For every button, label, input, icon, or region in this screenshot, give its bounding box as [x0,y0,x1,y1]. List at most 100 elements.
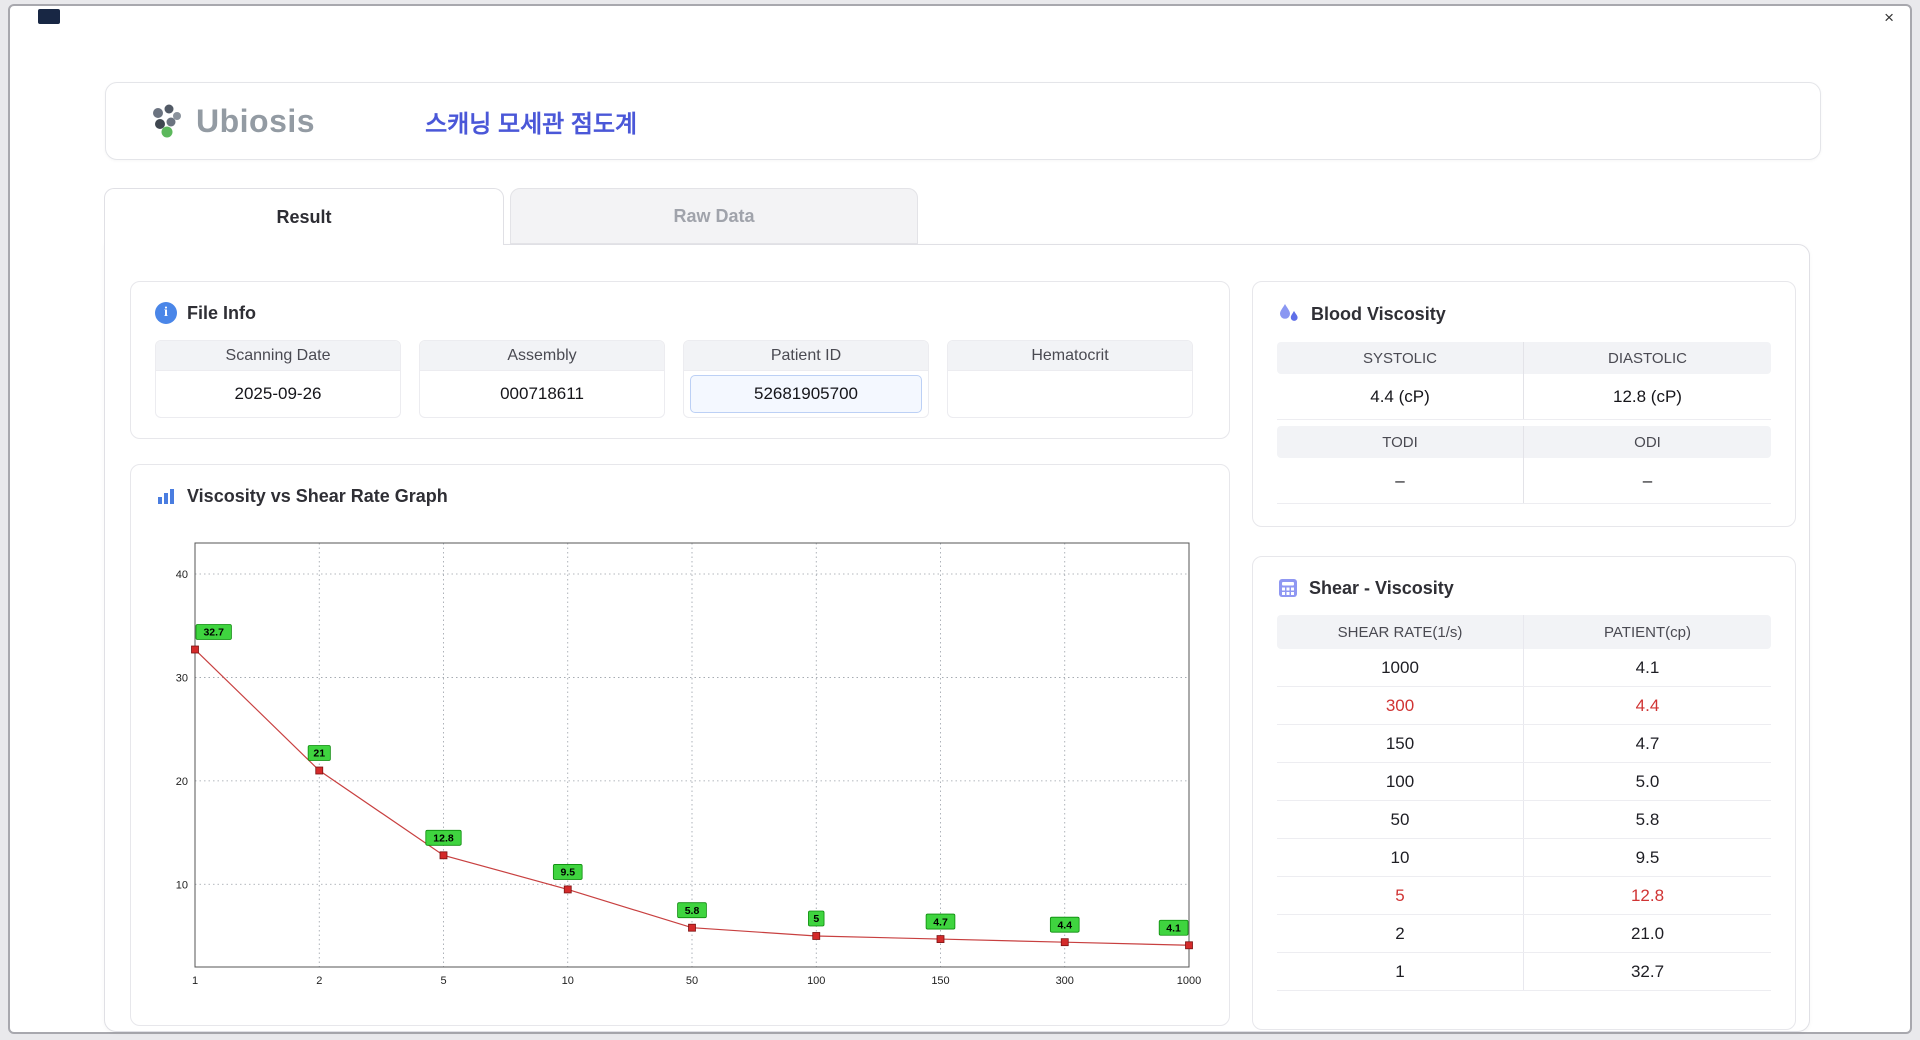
patient-cell: 4.4 [1635,695,1660,715]
svg-text:12.8: 12.8 [433,833,454,845]
svg-text:10: 10 [176,879,188,891]
table-row: 1 32.7 [1277,953,1771,991]
svg-text:40: 40 [176,569,188,581]
svg-text:20: 20 [176,776,188,788]
page-title: 스캐닝 모세관 점도계 [425,110,638,138]
patient-cell: 5.0 [1635,771,1660,791]
table-grid-icon [1279,579,1297,597]
field-label: Patient ID [684,341,928,371]
shear-rate-cell: 10 [1277,839,1524,876]
shear-rate-cell: 100 [1277,763,1524,800]
logo: Ubiosis [148,103,315,140]
close-icon[interactable]: × [1884,8,1894,28]
shear-rate-cell: 2 [1277,915,1524,952]
title-bar: × [10,6,1910,32]
field-value [948,371,1192,417]
tab-result[interactable]: Result [104,188,504,245]
bv-header-row: SYSTOLIC DIASTOLIC [1277,342,1771,374]
app-root: × Ubiosis 스캐닝 모세관 점도계 Result Raw Data i … [0,0,1920,1040]
svg-text:5: 5 [813,913,819,925]
shear-col-header: SHEAR RATE(1/s) [1277,615,1524,649]
header-card: Ubiosis 스캐닝 모세관 점도계 [105,82,1821,160]
field-label: Hematocrit [948,341,1192,371]
tab-raw-data[interactable]: Raw Data [510,188,918,244]
table-row: 50 5.8 [1277,801,1771,839]
table-row: 300 4.4 [1277,687,1771,725]
file-info-fields: Scanning Date 2025-09-26 Assembly 000718611… [155,340,1205,418]
field-value: 2025-09-26 [234,384,322,403]
svg-text:4.7: 4.7 [933,916,948,928]
logo-text: Ubiosis [196,102,316,139]
blood-viscosity-card: Blood Viscosity SYSTOLIC DIASTOLIC 4.4 (cP… [1252,281,1796,527]
bv-value: – [1642,470,1653,490]
svg-text:2: 2 [316,975,322,987]
bar-chart-icon [158,489,174,504]
file-info-title: File Info [187,302,256,323]
svg-text:9.5: 9.5 [560,867,575,879]
svg-text:5: 5 [440,975,446,987]
shear-rate-cell: 50 [1277,801,1524,838]
file-info-field: Scanning Date 2025-09-26 [155,340,401,418]
table-row: 2 21.0 [1277,915,1771,953]
file-info-card: i File Info Scanning Date 2025-09-26 Assem… [130,281,1230,439]
app-window: × Ubiosis 스캐닝 모세관 점도계 Result Raw Data i … [8,4,1912,1034]
table-row: 5 12.8 [1277,877,1771,915]
bv-value: – [1277,458,1524,503]
patient-cell: 9.5 [1635,847,1660,867]
svg-text:4.4: 4.4 [1057,919,1072,931]
result-panel: i File Info Scanning Date 2025-09-26 Assem… [104,244,1810,1032]
tab-bar: Result Raw Data [104,188,918,245]
svg-text:5.8: 5.8 [685,905,700,917]
svg-text:32.7: 32.7 [203,627,224,639]
graph-title-row: Viscosity vs Shear Rate Graph [155,485,1205,507]
svg-text:150: 150 [931,975,949,987]
shear-rate-cell: 1 [1277,953,1524,990]
blood-viscosity-grid: SYSTOLIC DIASTOLIC 4.4 (cP) 12.8 (cP) TODI OD… [1277,342,1771,504]
bv-value-row: 4.4 (cP) 12.8 (cP) [1277,374,1771,420]
shear-table-header: SHEAR RATE(1/s) PATIENT(cp) [1277,615,1771,649]
svg-text:1000: 1000 [1177,975,1201,987]
patient-cell: 21.0 [1630,923,1665,943]
shear-rate-cell: 300 [1277,687,1524,724]
shear-rate-cell: 5 [1277,877,1524,914]
bv-label: SYSTOLIC [1277,342,1524,374]
bv-value: 4.4 (cP) [1277,374,1524,419]
field-label: Scanning Date [156,341,400,371]
field-value: 52681905700 [690,375,922,413]
ubiosis-logo-icon [153,104,181,138]
viscosity-chart: 10 20 30 40 1 2 5 10 50 100 150 300 1000 32.7 21 12.8 9.… [159,523,1203,1012]
viscosity-chart-svg: 10 20 30 40 1 2 5 10 50 100 150 300 1000 32.7 21 12.8 9.… [176,542,1201,987]
patient-cell: 5.8 [1635,809,1660,829]
table-row: 1000 4.1 [1277,649,1771,687]
svg-text:21: 21 [313,748,325,760]
table-row: 10 9.5 [1277,839,1771,877]
patient-col-header: PATIENT(cp) [1604,623,1691,641]
shear-rate-cell: 150 [1277,725,1524,762]
shear-table-body: 1000 4.1 300 4.4 150 4.7 100 5.0 50 5.8 10 9.5 5 12.8… [1277,649,1771,991]
field-label: Assembly [420,341,664,371]
bv-label: DIASTOLIC [1608,349,1687,367]
shear-viscosity-card: Shear - Viscosity SHEAR RATE(1/s) PATIEN… [1252,556,1796,1030]
field-value: 000718611 [500,384,584,403]
file-info-field: Assembly 000718611 [419,340,665,418]
svg-text:50: 50 [686,975,698,987]
svg-text:300: 300 [1056,975,1074,987]
file-info-title-row: i File Info [155,302,1205,324]
svg-text:10: 10 [562,975,574,987]
graph-title: Viscosity vs Shear Rate Graph [187,485,448,506]
blood-viscosity-title-row: Blood Viscosity [1277,302,1771,326]
info-icon: i [155,302,177,324]
bv-label: ODI [1634,433,1661,451]
svg-text:30: 30 [176,672,188,684]
shear-rate-cell: 1000 [1277,649,1524,686]
bv-value: 12.8 (cP) [1613,386,1682,406]
patient-cell: 12.8 [1630,885,1665,905]
window-artifact [38,9,60,24]
bv-value-row: – – [1277,458,1771,504]
table-row: 100 5.0 [1277,763,1771,801]
svg-text:100: 100 [807,975,825,987]
shear-viscosity-title: Shear - Viscosity [1309,577,1454,598]
bv-label: TODI [1277,426,1524,458]
patient-cell: 4.1 [1635,657,1660,677]
graph-card: Viscosity vs Shear Rate Graph 10 20 30 40 1 2… [130,464,1230,1026]
